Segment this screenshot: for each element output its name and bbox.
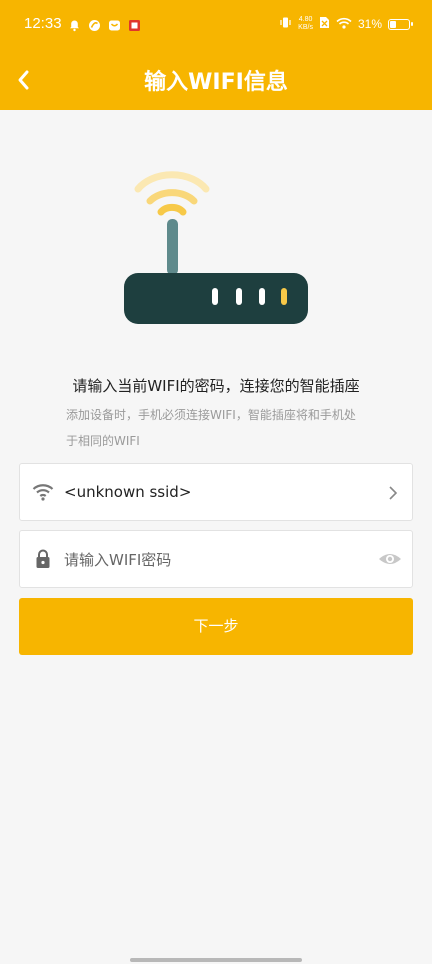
wifi-icon bbox=[32, 481, 54, 503]
bell-icon bbox=[68, 17, 81, 32]
top-app-bar: 输入WIFI信息 bbox=[0, 50, 432, 110]
eye-icon[interactable] bbox=[378, 549, 402, 569]
instruction-heading: 请输入当前WIFI的密码，连接您的智能插座 bbox=[72, 377, 360, 395]
password-input[interactable] bbox=[64, 545, 364, 575]
wifi-ssid-selector[interactable]: <unknown ssid> bbox=[19, 463, 413, 521]
app-notification-icon bbox=[88, 17, 101, 31]
status-time: 12:33 bbox=[24, 15, 62, 32]
gesture-bar bbox=[130, 958, 302, 962]
lock-icon bbox=[32, 548, 54, 570]
next-step-button[interactable]: 下一步 bbox=[19, 598, 413, 655]
battery-percent: 31% bbox=[357, 17, 382, 31]
page-title: 输入WIFI信息 bbox=[144, 70, 288, 95]
status-bar: 12:33 4.80 KB/s 31% bbox=[0, 0, 432, 50]
router-illustration bbox=[120, 165, 312, 330]
message-icon bbox=[108, 17, 121, 31]
net-speed-value: 4.80 bbox=[298, 16, 313, 23]
chevron-right-icon bbox=[386, 484, 400, 502]
wifi-status-icon bbox=[336, 17, 352, 32]
status-right: 4.80 KB/s 31% bbox=[279, 16, 413, 32]
red-app-icon bbox=[128, 17, 141, 31]
ssid-value: <unknown ssid> bbox=[64, 483, 192, 501]
wifi-password-field bbox=[19, 530, 413, 588]
instruction-subtext: 添加设备时，手机必须连接WIFI，智能插座将和手机处于相同的WIFI bbox=[66, 408, 356, 448]
net-speed: 4.80 KB/s bbox=[298, 16, 313, 32]
battery-icon bbox=[388, 18, 413, 30]
no-sim-icon bbox=[319, 16, 330, 32]
vibrate-icon bbox=[279, 16, 292, 32]
net-speed-unit: KB/s bbox=[298, 24, 313, 31]
notification-icons bbox=[68, 17, 141, 32]
